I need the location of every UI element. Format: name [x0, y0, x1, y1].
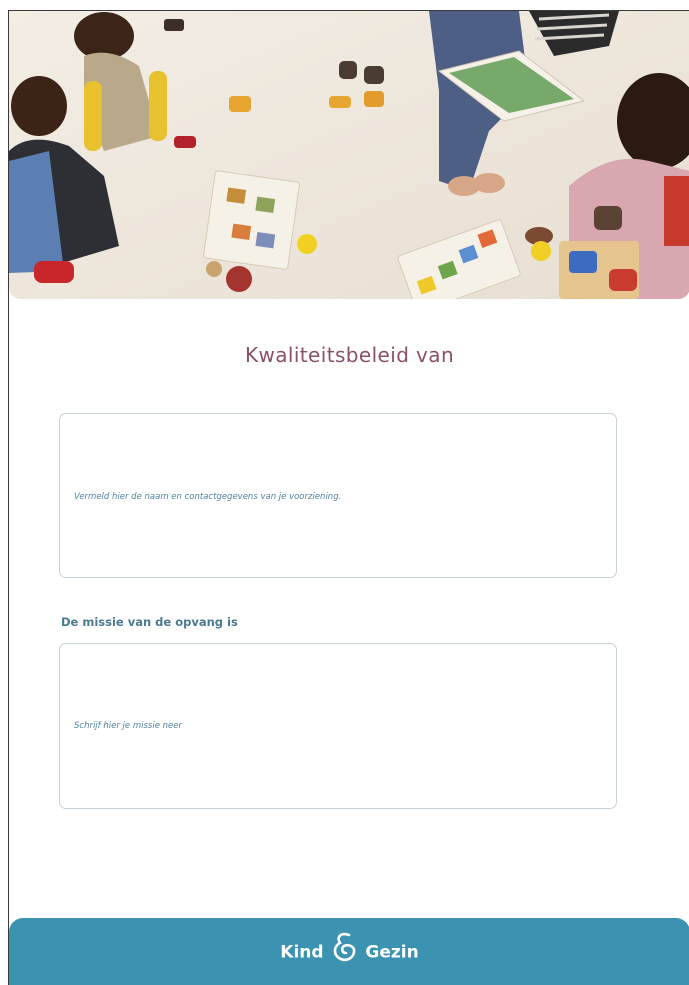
- document-page: Kwaliteitsbeleid van Vermeld hier de naa…: [8, 10, 689, 985]
- mission-label: De missie van de opvang is: [61, 615, 238, 629]
- contact-details-placeholder: Vermeld hier de naam en contactgegevens …: [74, 492, 342, 502]
- header-photo: [9, 11, 689, 299]
- mission-field[interactable]: Schrijf hier je missie neer: [59, 643, 617, 809]
- children-playing-photo: [9, 11, 689, 299]
- ampersand-logo-icon: [331, 932, 357, 967]
- mission-placeholder: Schrijf hier je missie neer: [74, 721, 182, 731]
- page-title: Kwaliteitsbeleid van: [244, 343, 455, 367]
- footer-band: Kind Gezin: [9, 918, 689, 985]
- kind-en-gezin-logo: Kind Gezin: [9, 932, 689, 967]
- logo-word-kind: Kind: [280, 942, 324, 963]
- logo-word-gezin: Gezin: [365, 942, 419, 963]
- contact-details-field[interactable]: Vermeld hier de naam en contactgegevens …: [59, 413, 617, 578]
